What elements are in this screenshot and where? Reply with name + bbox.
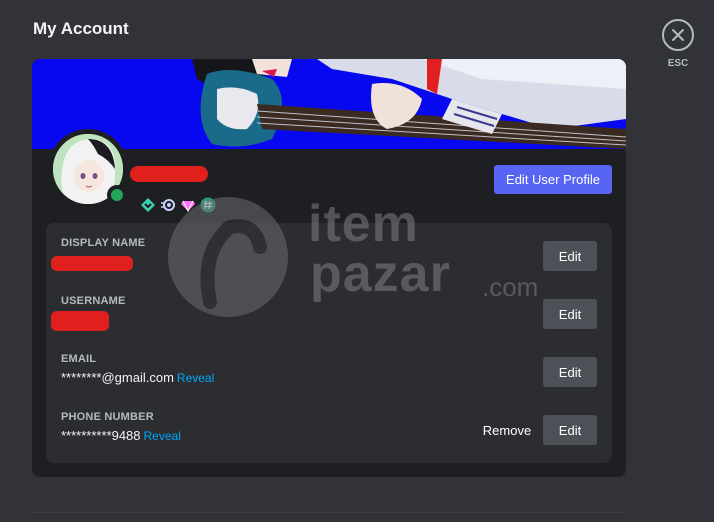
banner-artwork-image bbox=[32, 59, 626, 149]
display-name-redaction bbox=[51, 256, 133, 271]
remove-phone-button[interactable]: Remove bbox=[479, 415, 535, 445]
close-icon bbox=[672, 29, 684, 41]
email-value: ********@gmail.com bbox=[61, 370, 174, 385]
esc-label: ESC bbox=[667, 58, 689, 69]
section-divider bbox=[32, 512, 626, 513]
field-value: ********@gmail.com Reveal bbox=[61, 370, 214, 385]
close-settings[interactable]: ESC bbox=[661, 19, 695, 69]
phone-value: **********9488 bbox=[61, 428, 141, 443]
reveal-email-link[interactable]: Reveal bbox=[177, 371, 214, 385]
hashtag-icon[interactable] bbox=[200, 197, 216, 213]
username-redaction bbox=[130, 166, 208, 182]
field-phone: PHONE NUMBER **********9488 Reveal Remove… bbox=[61, 411, 601, 461]
field-value: **********9488 Reveal bbox=[61, 428, 181, 443]
page-title: My Account bbox=[33, 19, 129, 38]
online-status-indicator bbox=[107, 185, 127, 205]
hypesquad-icon[interactable] bbox=[140, 197, 156, 213]
username-field-redaction bbox=[51, 311, 109, 331]
badge-list bbox=[140, 197, 216, 213]
nitro-icon[interactable] bbox=[160, 197, 176, 213]
field-label: PHONE NUMBER bbox=[61, 411, 154, 423]
profile-banner bbox=[32, 59, 626, 149]
close-button[interactable] bbox=[662, 19, 694, 51]
field-email: EMAIL ********@gmail.com Reveal Edit bbox=[61, 353, 601, 403]
edit-phone-button[interactable]: Edit bbox=[543, 415, 597, 445]
boost-icon[interactable] bbox=[180, 197, 196, 213]
field-label: EMAIL bbox=[61, 353, 97, 365]
field-display-name: DISPLAY NAME Edit bbox=[51, 237, 601, 287]
reveal-phone-link[interactable]: Reveal bbox=[144, 429, 181, 443]
edit-display-name-button[interactable]: Edit bbox=[543, 241, 597, 271]
field-username: USERNAME Edit bbox=[51, 295, 601, 345]
profile-row: Edit User Profile bbox=[32, 129, 626, 221]
edit-username-button[interactable]: Edit bbox=[543, 299, 597, 329]
account-card: Edit User Profile DISPLAY NAME Edit USER… bbox=[32, 59, 626, 477]
edit-user-profile-button[interactable]: Edit User Profile bbox=[494, 165, 612, 194]
edit-email-button[interactable]: Edit bbox=[543, 357, 597, 387]
field-label: USERNAME bbox=[61, 295, 126, 307]
field-label: DISPLAY NAME bbox=[61, 237, 146, 249]
account-fields: DISPLAY NAME Edit USERNAME Edit EMAIL **… bbox=[46, 223, 612, 463]
